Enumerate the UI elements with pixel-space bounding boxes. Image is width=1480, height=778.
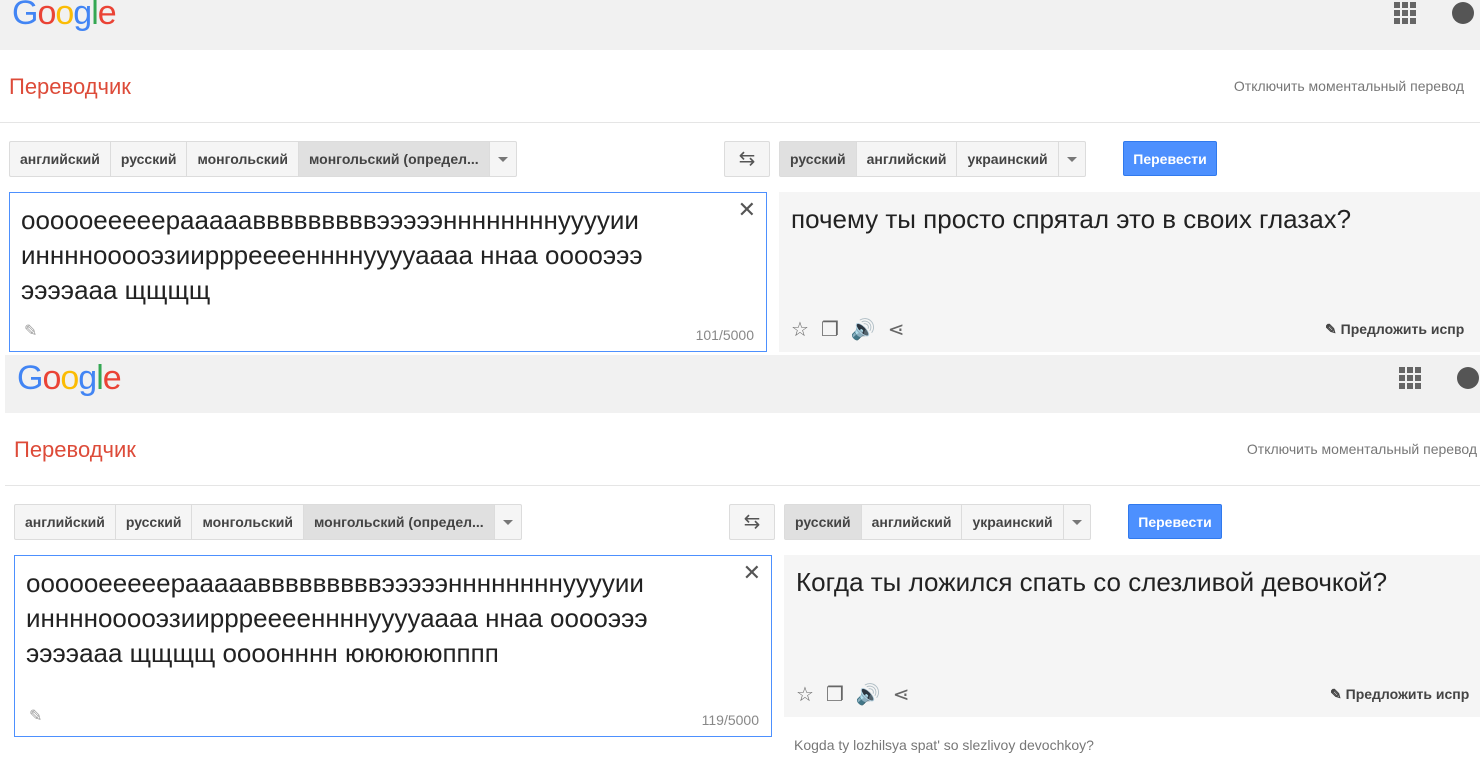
result-text: Когда ты ложился спать со слезливой дево… — [796, 567, 1388, 597]
character-count: 101/5000 — [695, 327, 754, 343]
source-textarea[interactable]: оооооееееерааааавввввввввэээээннннннннуу… — [14, 555, 772, 737]
instant-translation-toggle[interactable]: Отключить моментальный перевод — [1234, 78, 1464, 94]
target-lang-english[interactable]: английский — [857, 142, 958, 176]
target-lang-dropdown-icon[interactable] — [1059, 142, 1085, 176]
transliteration-text: Kogda ty lozhilsya spat' so slezlivoy de… — [794, 737, 1094, 753]
source-language-bar: английский русский монгольский монгольск… — [14, 504, 522, 540]
source-lang-english[interactable]: английский — [15, 505, 116, 539]
notifications-icon[interactable] — [1457, 367, 1479, 389]
star-icon[interactable]: ☆ — [796, 682, 814, 707]
result-panel: Когда ты ложился спать со слезливой дево… — [784, 555, 1480, 717]
target-lang-russian[interactable]: русский — [780, 142, 857, 176]
source-language-bar: английский русский монгольский монгольск… — [9, 141, 517, 177]
source-lang-english[interactable]: английский — [10, 142, 111, 176]
divider — [0, 122, 1480, 123]
source-lang-mongolian[interactable]: монгольский — [187, 142, 299, 176]
suggest-label: Предложить испр — [1340, 321, 1465, 337]
google-logo[interactable]: Google — [12, 0, 117, 33]
suggest-edit-link[interactable]: ✎ Предложить испр — [1325, 321, 1464, 338]
pencil-icon[interactable]: ✎ — [24, 321, 37, 341]
swap-languages-icon[interactable]: ⇆ — [729, 504, 775, 540]
source-lang-russian[interactable]: русский — [111, 142, 188, 176]
source-lang-dropdown-icon[interactable] — [490, 142, 516, 176]
google-logo[interactable]: Google — [17, 359, 122, 398]
source-lang-detected[interactable]: монгольский (определ... — [304, 505, 495, 539]
clear-icon[interactable]: ✕ — [738, 197, 756, 223]
clear-icon[interactable]: ✕ — [743, 560, 761, 586]
character-count: 119/5000 — [701, 712, 759, 728]
share-icon[interactable]: ⋖ — [893, 682, 910, 707]
translate-button[interactable]: Перевести — [1128, 504, 1222, 539]
screen-2: Google Переводчик Отключить моментальный… — [5, 355, 1480, 778]
result-actions: ☆ ❐ 🔊 ⋖ — [796, 682, 910, 707]
copy-icon[interactable]: ❐ — [826, 682, 844, 707]
result-panel: почему ты просто спрятал это в своих гла… — [779, 192, 1480, 352]
source-lang-mongolian[interactable]: монгольский — [192, 505, 304, 539]
apps-grid-icon[interactable] — [1394, 2, 1416, 24]
top-bar — [0, 0, 1480, 50]
result-actions: ☆ ❐ 🔊 ⋖ — [791, 317, 905, 342]
target-lang-ukrainian[interactable]: украинский — [957, 142, 1059, 176]
instant-translation-toggle[interactable]: Отключить моментальный перевод — [1247, 441, 1477, 457]
pencil-icon[interactable]: ✎ — [29, 706, 42, 726]
result-text: почему ты просто спрятал это в своих гла… — [791, 204, 1352, 234]
swap-languages-icon[interactable]: ⇆ — [724, 141, 770, 177]
source-lang-dropdown-icon[interactable] — [495, 505, 521, 539]
suggest-edit-link[interactable]: ✎ Предложить испр — [1330, 686, 1469, 703]
divider — [5, 485, 1480, 486]
share-icon[interactable]: ⋖ — [888, 317, 905, 342]
source-text[interactable]: оооооееееерааааавввввввввэээээннннннннуу… — [26, 566, 726, 671]
target-language-bar: русский английский украинский — [784, 504, 1091, 540]
screen-1: Google Переводчик Отключить моментальный… — [0, 0, 1480, 360]
source-lang-detected[interactable]: монгольский (определ... — [299, 142, 490, 176]
page-title: Переводчик — [14, 437, 136, 462]
notifications-icon[interactable] — [1452, 2, 1474, 24]
apps-grid-icon[interactable] — [1399, 367, 1421, 389]
suggest-label: Предложить испр — [1345, 686, 1470, 702]
target-lang-english[interactable]: английский — [862, 505, 963, 539]
top-bar — [5, 355, 1480, 413]
target-lang-ukrainian[interactable]: украинский — [962, 505, 1064, 539]
translate-button[interactable]: Перевести — [1123, 141, 1217, 176]
source-lang-russian[interactable]: русский — [116, 505, 193, 539]
target-language-bar: русский английский украинский — [779, 141, 1086, 177]
source-text[interactable]: оооооееееерааааавввввввввэээээннннннннуу… — [21, 203, 721, 308]
speaker-icon[interactable]: 🔊 — [851, 317, 876, 342]
source-textarea[interactable]: оооооееееерааааавввввввввэээээннннннннуу… — [9, 192, 767, 352]
target-lang-dropdown-icon[interactable] — [1064, 505, 1090, 539]
star-icon[interactable]: ☆ — [791, 317, 809, 342]
speaker-icon[interactable]: 🔊 — [856, 682, 881, 707]
target-lang-russian[interactable]: русский — [785, 505, 862, 539]
copy-icon[interactable]: ❐ — [821, 317, 839, 342]
page-title: Переводчик — [9, 74, 131, 99]
